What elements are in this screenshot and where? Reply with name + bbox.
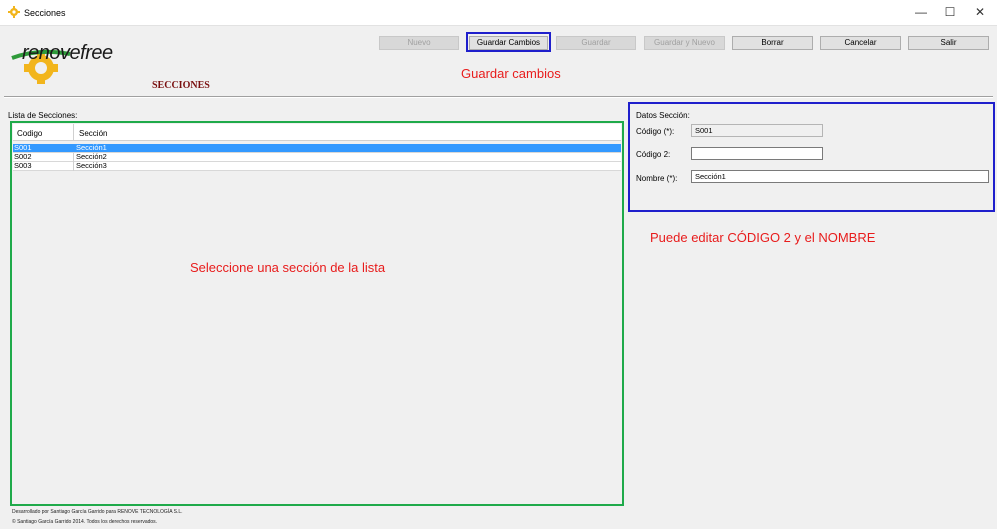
table-header: Codigo Sección [13,124,621,141]
page-title: SECCIONES [152,80,210,91]
close-button[interactable]: ✕ [965,0,995,25]
note-guardar-cambios: Guardar cambios [461,66,561,81]
salir-button[interactable]: Salir [908,36,989,50]
list-label: Lista de Secciones: [8,111,78,120]
column-divider [73,162,74,171]
column-header-codigo[interactable]: Codigo [17,129,42,138]
codigo-field[interactable]: S001 [691,124,823,137]
cancelar-button[interactable]: Cancelar [820,36,901,50]
codigo2-field[interactable] [691,147,823,160]
borrar-button[interactable]: Borrar [732,36,813,50]
codigo2-label: Código 2: [636,150,671,159]
details-heading: Datos Sección: [636,111,690,120]
column-divider [73,124,74,140]
minimize-button[interactable]: — [906,0,936,25]
window-title: Secciones [24,8,66,18]
footer-copyright: © Santiago García Garrido 2014. Todos lo… [12,519,158,525]
sections-table[interactable]: Codigo Sección S001 Sección1 S002 Secció… [13,124,621,503]
cell-seccion: Sección1 [76,143,107,152]
cell-codigo: S001 [14,143,32,152]
column-header-seccion[interactable]: Sección [79,129,107,138]
guardar-cambios-button[interactable]: Guardar Cambios [469,36,548,50]
codigo-label: Código (*): [636,127,675,136]
cell-seccion: Sección3 [76,161,107,170]
nombre-field[interactable]: Sección1 [691,170,989,183]
guardar-y-nuevo-button[interactable]: Guardar y Nuevo [644,36,725,50]
note-seleccione: Seleccione una sección de la lista [190,260,386,275]
note-editar: Puede editar CÓDIGO 2 y el NOMBRE [650,230,876,245]
app-gear-icon [8,6,20,18]
logo-text: renovefree [22,42,113,64]
nombre-label: Nombre (*): [636,174,678,183]
nuevo-button[interactable]: Nuevo [379,36,459,50]
guardar-button[interactable]: Guardar [556,36,636,50]
cell-codigo: S002 [14,152,32,161]
cell-codigo: S003 [14,161,32,170]
table-row[interactable]: S003 Sección3 [13,162,621,171]
cell-seccion: Sección2 [76,152,107,161]
maximize-button[interactable]: ☐ [935,0,965,25]
separator [4,96,993,98]
title-bar: Secciones — ☐ ✕ [0,0,997,26]
column-divider [73,153,74,162]
footer-credits: Desarrollado por Santiago García Garrido… [12,509,183,515]
